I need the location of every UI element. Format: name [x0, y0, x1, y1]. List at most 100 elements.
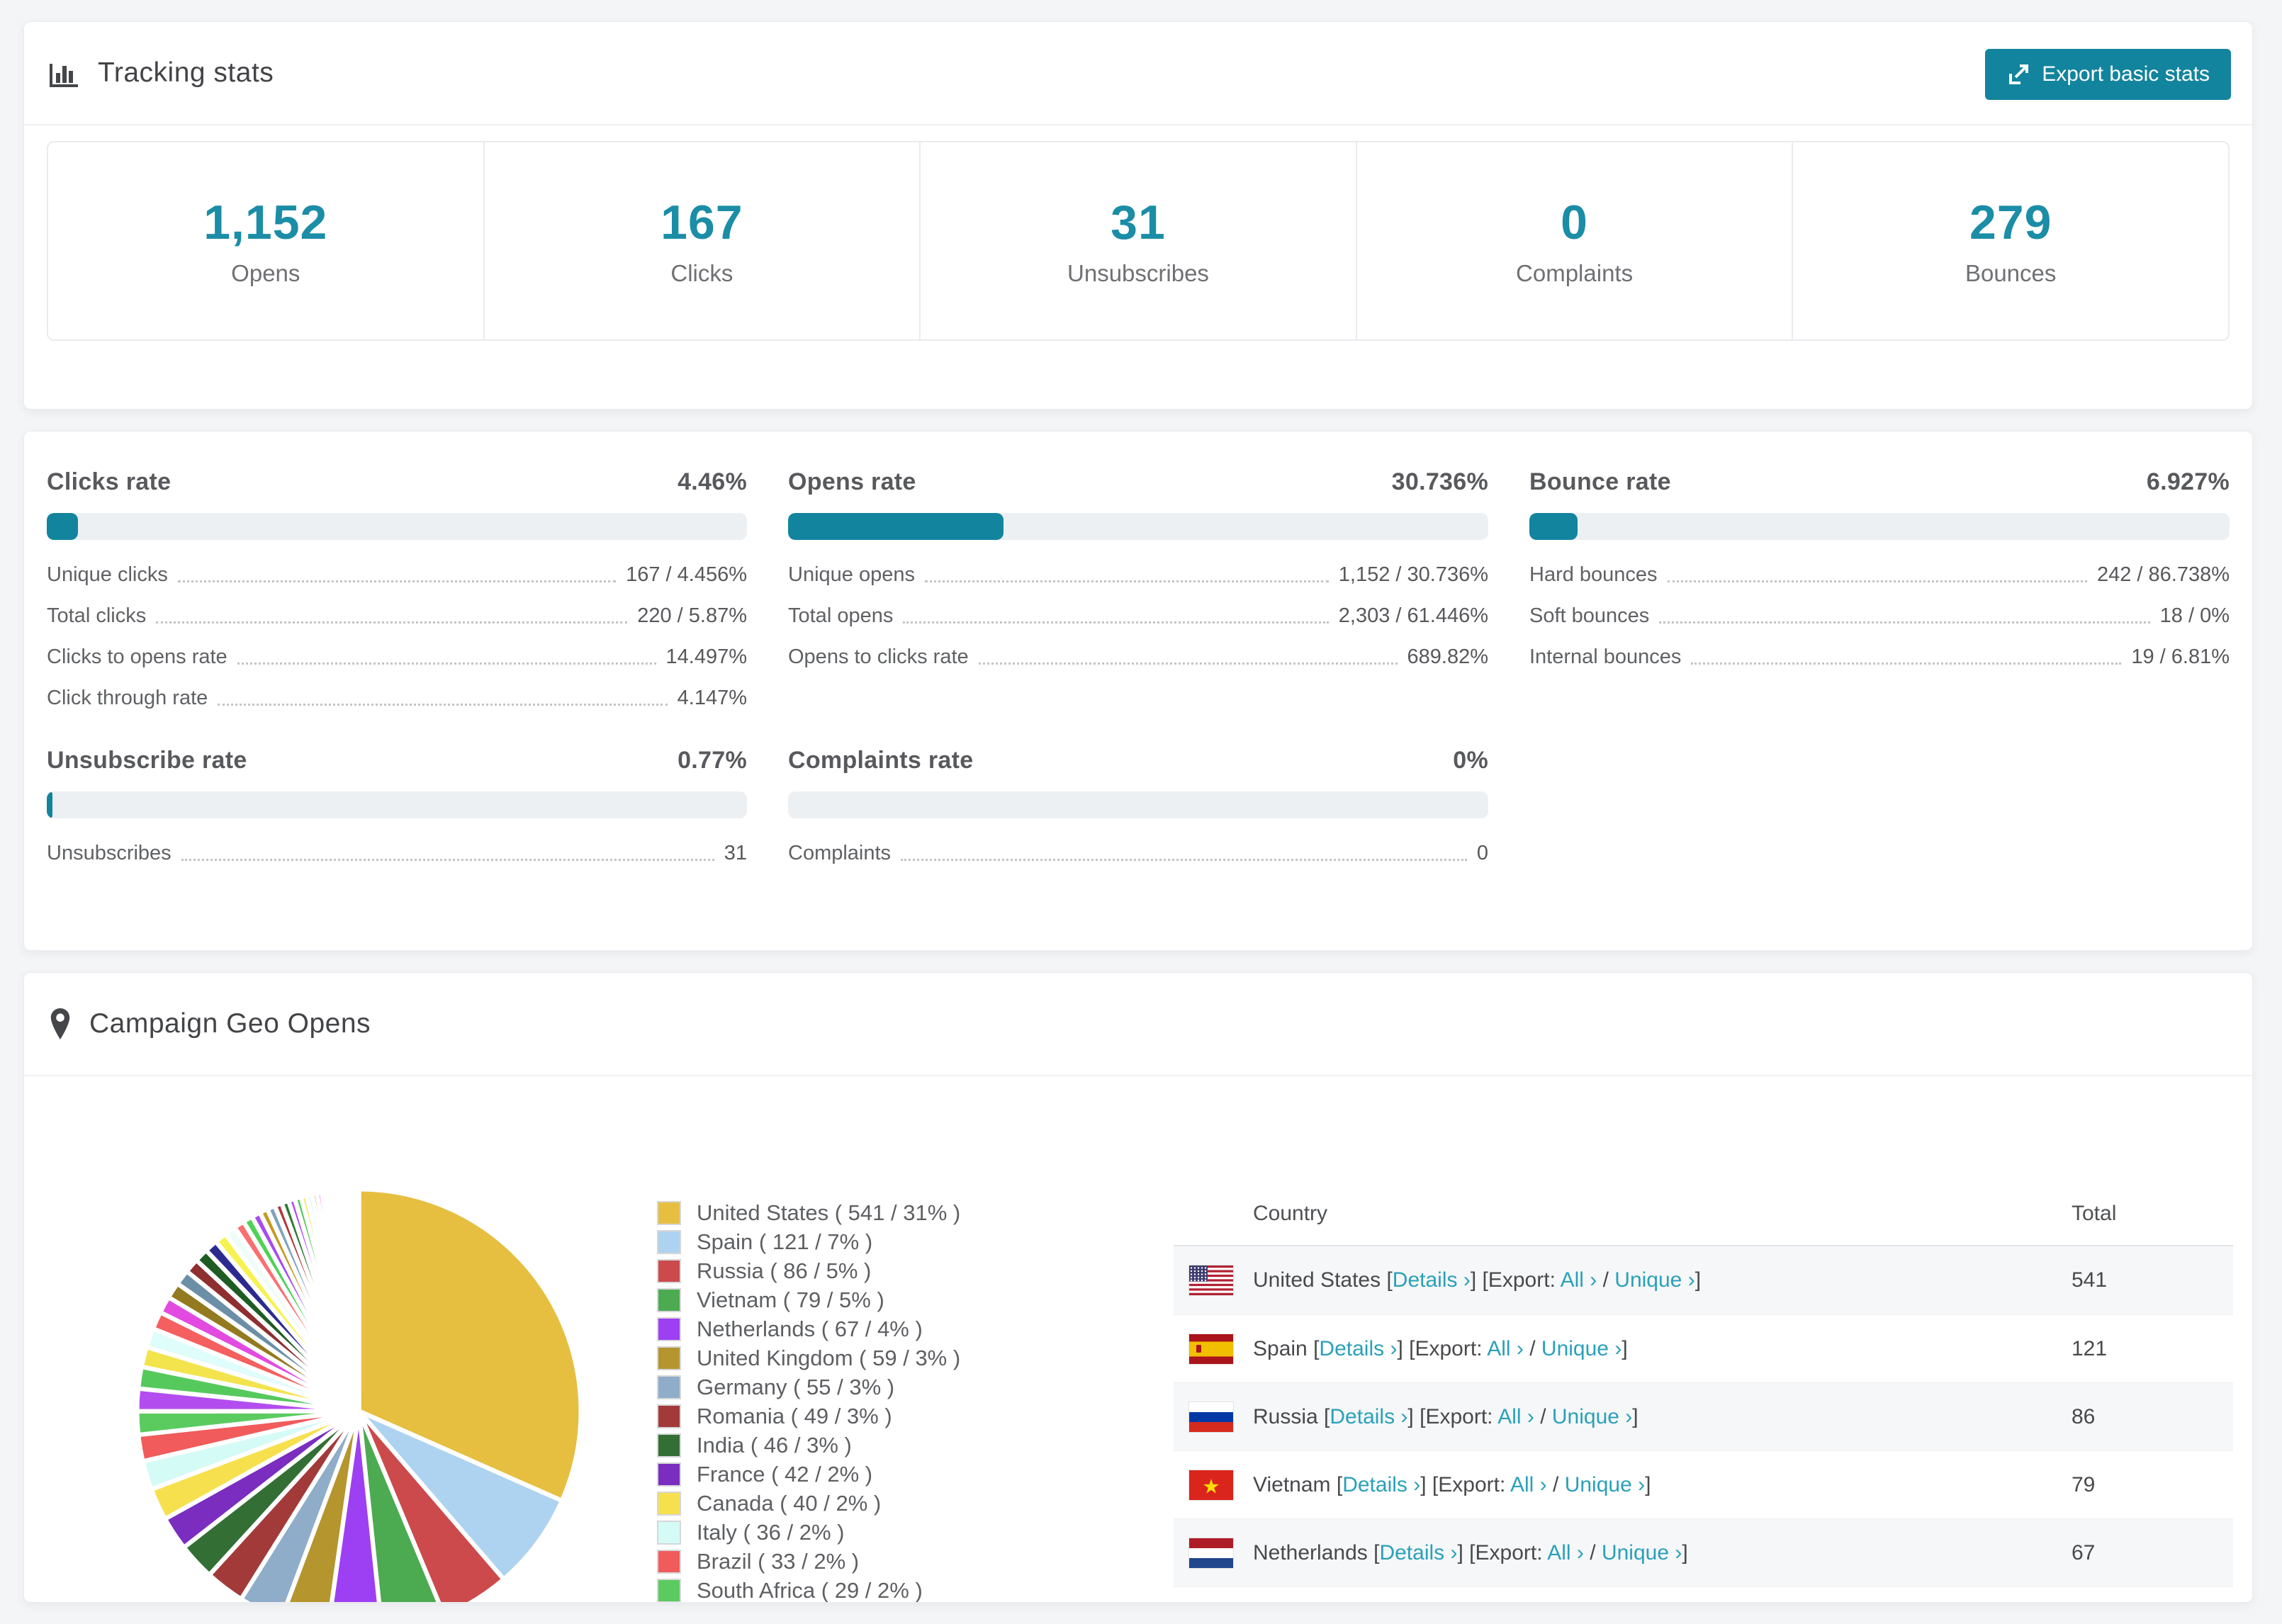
dotted-leader [1691, 662, 2122, 665]
rate-stat-label: Soft bounces [1529, 604, 1650, 627]
ru-flag-icon [1174, 1401, 1253, 1433]
geo-header: Campaign Geo Opens [24, 973, 2252, 1076]
geo-table-row-united-states: United States [Details ›] [Export: All ›… [1174, 1246, 2233, 1314]
export-all-link[interactable]: All › [1497, 1405, 1534, 1428]
country-name: Russia [1253, 1404, 1318, 1428]
geo-table-row-united-kingdom: United Kingdom [Details ›] [Export: All … [1174, 1586, 2233, 1602]
rate-head: Opens rate 30.736% [788, 468, 1488, 497]
rate-stat-value: 220 / 5.87% [637, 604, 747, 627]
legend-item-germany[interactable]: Germany ( 55 / 3% ) [657, 1372, 960, 1402]
rate-stat-row-click-through-rate: Click through rate 4.147% [47, 677, 747, 718]
pie-slice-other[interactable] [356, 1187, 361, 1414]
stat-label: Unsubscribes [1067, 260, 1209, 286]
export-prefix: Export: [1438, 1472, 1506, 1496]
legend-item-vietnam[interactable]: Vietnam ( 79 / 5% ) [657, 1285, 960, 1314]
legend-item-united-states[interactable]: United States ( 541 / 31% ) [657, 1198, 960, 1227]
tracking-stats-header: Tracking stats Export basic stats [24, 22, 2252, 125]
geo-title: Campaign Geo Opens [89, 1008, 371, 1039]
rate-title: Opens rate [788, 468, 916, 495]
export-all-link[interactable]: All › [1561, 1268, 1597, 1292]
dotted-leader [218, 703, 668, 706]
export-all-link[interactable]: All › [1487, 1337, 1524, 1360]
dotted-leader [1667, 580, 2087, 582]
export-unique-link[interactable]: Unique › [1602, 1541, 1682, 1564]
export-all-link[interactable]: All › [1547, 1541, 1584, 1564]
legend-item-canada[interactable]: Canada ( 40 / 2% ) [657, 1489, 960, 1518]
total-cell: 541 [2072, 1268, 2108, 1292]
legend-item-netherlands[interactable]: Netherlands ( 67 / 4% ) [657, 1314, 960, 1343]
rate-stat-label: Clicks to opens rate [47, 645, 227, 668]
legend-swatch [657, 1316, 681, 1341]
es-flag-icon [1174, 1333, 1253, 1365]
details-link[interactable]: Details › [1342, 1473, 1420, 1496]
rate-value: 30.736% [1391, 468, 1488, 495]
export-all-link[interactable]: All › [1510, 1473, 1547, 1496]
dotted-leader [237, 662, 656, 665]
rate-stat-label: Unique clicks [47, 563, 168, 586]
legend-item-brazil[interactable]: Brazil ( 33 / 2% ) [657, 1547, 960, 1576]
legend-item-india[interactable]: India ( 46 / 3% ) [657, 1431, 960, 1460]
bracket: [ [1469, 1540, 1476, 1564]
slash: / [1590, 1540, 1596, 1564]
export-basic-stats-button[interactable]: Export basic stats [1985, 49, 2231, 100]
legend-label: Italy ( 36 / 2% ) [697, 1519, 845, 1545]
rate-title: Clicks rate [47, 468, 172, 495]
rate-rows: Unique opens 1,152 / 30.736% Total opens… [788, 554, 1488, 677]
rate-progress-bar [47, 513, 747, 540]
rate-stat-value: 2,303 / 61.446% [1338, 604, 1488, 627]
export-unique-link[interactable]: Unique › [1541, 1337, 1621, 1360]
export-unique-link[interactable]: Unique › [1614, 1268, 1694, 1292]
details-link[interactable]: Details › [1330, 1405, 1407, 1428]
bracket: [ [1432, 1472, 1439, 1496]
tracking-stats-card: Tracking stats Export basic stats 1,152 … [23, 21, 2253, 410]
stat-value: 167 [661, 196, 743, 249]
map-pin-icon [48, 1008, 72, 1039]
rate-stat-label: Total clicks [47, 604, 147, 627]
stat-value: 279 [1969, 196, 2052, 249]
country-cell: Spain [Details ›] [Export: All › / Uniqu… [1253, 1337, 2072, 1361]
export-unique-link[interactable]: Unique › [1552, 1405, 1632, 1428]
stat-label: Opens [231, 260, 300, 286]
rate-stat-value: 18 / 0% [2159, 604, 2230, 627]
rate-stat-label: Internal bounces [1529, 645, 1682, 668]
legend-item-spain[interactable]: Spain ( 121 / 7% ) [657, 1227, 960, 1256]
bracket: ] [1407, 1404, 1414, 1428]
geo-table-row-spain: Spain [Details ›] [Export: All › / Uniqu… [1174, 1314, 2233, 1382]
legend-item-italy[interactable]: Italy ( 36 / 2% ) [657, 1518, 960, 1547]
bracket: [ [1386, 1268, 1393, 1292]
legend-item-romania[interactable]: Romania ( 49 / 3% ) [657, 1402, 960, 1431]
rate-block-complaints-rate: Complaints rate 0% Complaints 0 [788, 747, 1488, 874]
slash: / [1529, 1336, 1536, 1360]
legend-item-united-kingdom[interactable]: United Kingdom ( 59 / 3% ) [657, 1343, 960, 1372]
details-link[interactable]: Details › [1393, 1268, 1471, 1292]
legend-swatch [657, 1229, 681, 1254]
stat-value: 31 [1111, 196, 1166, 249]
stat-box-complaints: 0 Complaints [1355, 142, 1792, 339]
details-link[interactable]: Details › [1319, 1337, 1397, 1360]
geo-table-row-vietnam: Vietnam [Details ›] [Export: All › / Uni… [1174, 1450, 2233, 1518]
rate-stat-row-soft-bounces: Soft bounces 18 / 0% [1529, 595, 2230, 636]
slash: / [1553, 1472, 1559, 1496]
rate-stat-label: Total opens [788, 604, 894, 627]
country-cell: United States [Details ›] [Export: All ›… [1253, 1268, 2072, 1292]
geo-table-row-russia: Russia [Details ›] [Export: All › / Uniq… [1174, 1382, 2233, 1450]
legend-item-france[interactable]: France ( 42 / 2% ) [657, 1460, 960, 1489]
rate-stat-row-opens-to-clicks-rate: Opens to clicks rate 689.82% [788, 636, 1488, 677]
legend-item-south-africa[interactable]: South Africa ( 29 / 2% ) [657, 1576, 960, 1602]
rate-stat-row-hard-bounces: Hard bounces 242 / 86.738% [1529, 554, 2230, 595]
legend-item-russia[interactable]: Russia ( 86 / 5% ) [657, 1256, 960, 1285]
rate-stat-value: 689.82% [1407, 645, 1489, 668]
export-unique-link[interactable]: Unique › [1565, 1473, 1645, 1496]
bracket: ] [1694, 1268, 1702, 1292]
details-link[interactable]: Details › [1379, 1541, 1457, 1564]
country-name: Vietnam [1253, 1472, 1331, 1496]
rates-card: Clicks rate 4.46% Unique clicks 167 / 4.… [23, 431, 2253, 951]
rate-progress-fill [47, 791, 52, 818]
dotted-leader [177, 580, 617, 582]
rate-progress-bar [1529, 513, 2230, 540]
country-cell: Russia [Details ›] [Export: All › / Uniq… [1253, 1405, 2072, 1429]
rate-value: 6.927% [2146, 468, 2230, 495]
rate-progress-bar [788, 513, 1488, 540]
stat-label: Clicks [670, 260, 734, 286]
legend-label: France ( 42 / 2% ) [697, 1461, 873, 1487]
